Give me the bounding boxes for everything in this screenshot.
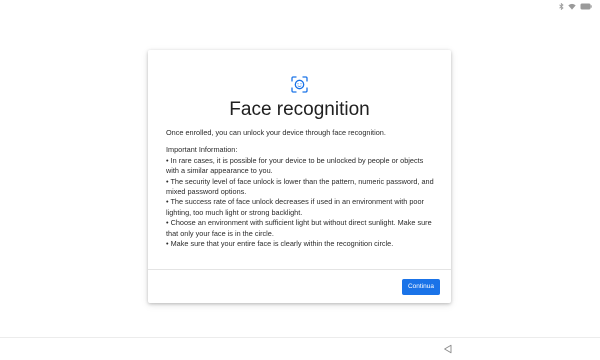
intro-text: Once enrolled, you can unlock your devic…: [166, 128, 386, 137]
info-heading: Important Information:: [166, 145, 238, 155]
info-item: • In rare cases, it is possible for your…: [166, 155, 424, 176]
wifi-icon: [568, 3, 576, 10]
face-scan-icon: [291, 76, 308, 93]
status-icons: [559, 3, 592, 10]
dialog-content[interactable]: Once enrolled, you can unlock your devic…: [166, 128, 438, 268]
battery-icon: [580, 3, 592, 10]
dialog-title: Face recognition: [229, 99, 370, 120]
status-bar: [0, 0, 600, 14]
face-recognition-dialog: Face recognition Once enrolled, you can …: [148, 50, 451, 303]
info-item: • Make sure that your entire face is cle…: [166, 239, 394, 249]
info-item: • The success rate of face unlock decrea…: [166, 197, 424, 217]
dialog-divider: [148, 269, 451, 270]
back-triangle-icon[interactable]: [443, 344, 453, 354]
bluetooth-icon: [559, 3, 564, 10]
nav-bar-divider: [0, 337, 600, 338]
continue-button[interactable]: Continua: [402, 279, 440, 295]
info-item: • The security level of face unlock is l…: [166, 176, 434, 197]
info-item: • Choose an environment with sufficient …: [166, 218, 432, 238]
